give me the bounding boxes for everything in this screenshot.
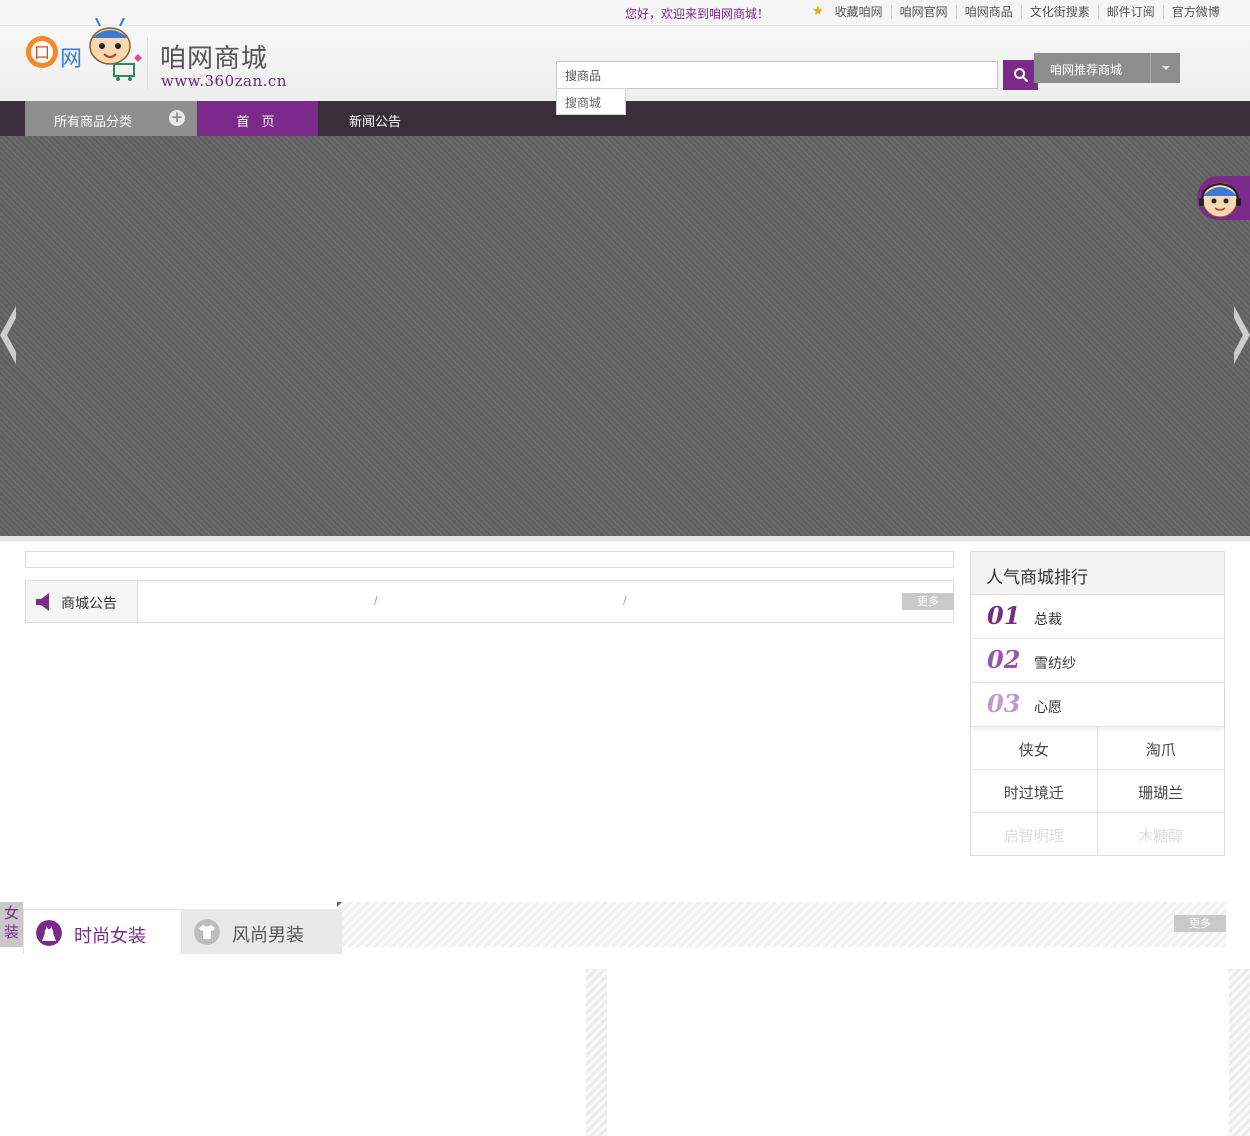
nav-home[interactable]: 首 页	[197, 101, 318, 136]
tab-womens-fashion[interactable]: 时尚女装	[23, 909, 182, 954]
ranking-number: 01	[987, 601, 1021, 630]
ranking-item[interactable]: 01 总裁	[971, 595, 1224, 639]
ranking-number: 03	[987, 689, 1021, 718]
popular-mall-ranking: 人气商城排行 01 总裁 02 雪纺纱 03 心愿 侠女 淘爪 时过境迁 珊瑚兰…	[970, 551, 1225, 856]
search-button[interactable]	[1003, 60, 1038, 90]
speaker-icon	[36, 593, 49, 611]
tab-mens-label: 风尚男装	[232, 925, 304, 946]
search-input[interactable]	[625, 61, 998, 89]
ranking-name[interactable]: 心愿	[1034, 697, 1062, 717]
nav-news[interactable]: 新闻公告	[349, 111, 401, 130]
nav-all-categories-label: 所有商品分类	[54, 115, 133, 130]
ranking-grid-item[interactable]: 珊瑚兰	[1097, 770, 1224, 813]
ranking-grid-item[interactable]: 淘爪	[1097, 727, 1224, 770]
ranking-name[interactable]: 雪纺纱	[1034, 653, 1076, 673]
ranking-grid-item[interactable]: 启智明理	[971, 813, 1098, 856]
banner-bottom-edge	[0, 536, 1250, 541]
service-mascot-icon	[1199, 182, 1241, 218]
logo-divider	[147, 37, 148, 89]
ranking-grid-item[interactable]: 木糖醇	[1098, 813, 1225, 856]
floor-more-button[interactable]: 更多	[1174, 915, 1226, 932]
column-divider-stripe	[1229, 969, 1250, 1136]
chevron-down-icon[interactable]	[1150, 53, 1180, 83]
star-icon: ★	[812, 4, 824, 19]
ranking-title: 人气商城排行	[971, 552, 1224, 595]
prev-slide-arrow-icon[interactable]	[0, 306, 16, 364]
welcome-text: 您好，欢迎来到咱网商城！	[625, 7, 770, 21]
top-strip	[25, 551, 954, 568]
dress-icon	[36, 920, 62, 946]
tshirt-icon	[194, 919, 220, 945]
floor-side-label: 女装	[0, 902, 23, 947]
ranking-number: 02	[987, 645, 1021, 674]
next-slide-arrow-icon[interactable]	[1234, 306, 1250, 364]
recommend-mall-dropdown[interactable]: 咱网推荐商城	[1034, 53, 1180, 83]
ranking-grid-item[interactable]: 时过境迁	[971, 770, 1098, 813]
tab-mens-fashion[interactable]: 风尚男装	[182, 909, 342, 954]
ranking-grid-item[interactable]: 侠女	[971, 727, 1098, 770]
link-official-site[interactable]: 咱网官网	[892, 4, 957, 19]
notice-more-button[interactable]: 更多	[902, 593, 954, 610]
ranking-name[interactable]: 总裁	[1034, 609, 1062, 629]
floor-header-bar: 更多	[341, 902, 1226, 947]
customer-service-widget[interactable]	[1197, 176, 1250, 220]
svg-text:口: 口	[34, 43, 50, 62]
column-divider-stripe	[586, 969, 607, 1136]
link-culture-search[interactable]: 文化街搜素	[1022, 4, 1099, 19]
ranking-grid: 侠女 淘爪 时过境迁 珊瑚兰 启智明理 木糖醇	[971, 727, 1224, 856]
ranking-item[interactable]: 02 雪纺纱	[971, 639, 1224, 683]
recommend-mall-label: 咱网推荐商城	[1050, 63, 1123, 77]
logo-mascot[interactable]: 口 网	[22, 18, 142, 82]
nav-all-categories[interactable]: 所有商品分类 +	[25, 101, 197, 136]
link-weibo[interactable]: 官方微博	[1164, 5, 1228, 19]
search-type-select[interactable]: 搜商品	[556, 61, 626, 89]
notice-separator: /	[623, 594, 627, 607]
mall-notice-bar: 商城公告 / / 更多	[25, 580, 954, 623]
notice-label: 商城公告	[61, 596, 117, 612]
top-links: ★ 收藏咱网 咱网官网 咱网商品 文化街搜素 邮件订阅 官方微博	[812, 4, 1228, 19]
banner-slideshow[interactable]	[0, 136, 1250, 536]
brand-url: www.360zan.cn	[161, 72, 287, 90]
notice-separator: /	[374, 594, 378, 607]
corner-decoration	[337, 902, 342, 907]
search-icon	[1013, 68, 1028, 83]
top-bar: 您好，欢迎来到咱网商城！ ★ 收藏咱网 咱网官网 咱网商品 文化街搜素 邮件订阅…	[0, 0, 1250, 26]
notice-label-box: 商城公告	[26, 581, 138, 622]
brand-name: 咱网商城	[160, 44, 269, 74]
ranking-item[interactable]: 03 心愿	[971, 683, 1224, 727]
tab-womens-label: 时尚女装	[74, 926, 146, 947]
link-mail-subscribe[interactable]: 邮件订阅	[1099, 4, 1164, 19]
link-bookmark[interactable]: 收藏咱网	[827, 4, 892, 19]
svg-text:网: 网	[60, 47, 82, 72]
search-type-option-mall[interactable]: 搜商城	[556, 88, 626, 115]
plus-icon[interactable]: +	[169, 110, 185, 126]
link-products[interactable]: 咱网商品	[957, 4, 1022, 19]
